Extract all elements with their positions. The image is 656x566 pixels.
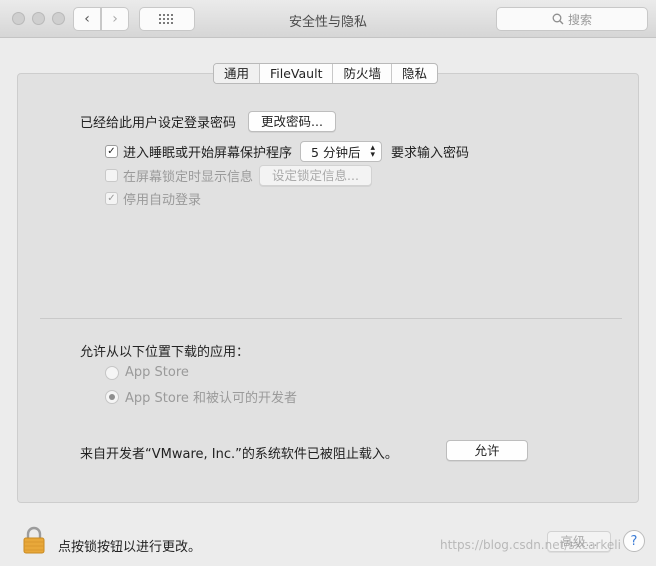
tab-filevault[interactable]: FileVault: [259, 64, 332, 83]
search-field[interactable]: 搜索: [496, 7, 648, 31]
help-button[interactable]: ?: [623, 530, 645, 552]
lock-button[interactable]: [22, 526, 46, 558]
radio-app-store-label: App Store: [125, 365, 189, 380]
allow-row: 允许: [446, 440, 528, 461]
select-arrows-icon: ▴ ▾: [370, 142, 375, 160]
show-message-checkbox[interactable]: [105, 169, 118, 182]
title-bar: ‹ › 安全性与隐私 搜索: [0, 0, 656, 38]
lock-hint-row: 点按锁按钮以进行更改。: [58, 536, 201, 555]
show-message-row: 在屏幕锁定时显示信息 设定锁定信息...: [105, 165, 372, 186]
disable-auto-login-label: 停用自动登录: [123, 193, 202, 208]
password-delay-value: 5 分钟后: [311, 145, 361, 160]
general-panel: [17, 73, 639, 503]
require-password-suffix: 要求输入密码: [390, 146, 469, 161]
watermark: https://blog.csdn.net/sxcarkeli: [440, 538, 621, 552]
show-message-label: 在屏幕锁定时显示信息: [123, 170, 254, 185]
lock-icon: [23, 526, 45, 554]
require-password-checkbox[interactable]: ✓: [105, 145, 118, 158]
radio-identified-developers[interactable]: [105, 389, 119, 404]
radio-app-store[interactable]: [105, 365, 119, 380]
tab-privacy[interactable]: 隐私: [391, 64, 437, 83]
tab-firewall[interactable]: 防火墙: [332, 64, 391, 83]
search-icon: [552, 13, 564, 25]
radio-identified-row: App Store 和被认可的开发者: [105, 387, 297, 406]
section-divider: [40, 318, 622, 319]
lock-hint-text: 点按锁按钮以进行更改。: [58, 540, 202, 555]
disable-auto-login-checkbox[interactable]: ✓: [105, 192, 118, 205]
allow-button[interactable]: 允许: [446, 440, 528, 461]
radio-app-store-row: App Store: [105, 365, 189, 380]
auto-login-row: ✓ 停用自动登录: [105, 189, 201, 208]
tab-bar: 通用 FileVault 防火墙 隐私: [213, 63, 439, 84]
help-icon: ?: [630, 533, 638, 549]
blocked-message-row: 来自开发者“VMware, Inc.”的系统软件已被阻止载入。: [80, 443, 398, 462]
require-password-row: ✓ 进入睡眠或开始屏幕保护程序 5 分钟后 ▴ ▾ 要求输入密码: [105, 141, 469, 162]
radio-identified-label: App Store 和被认可的开发者: [125, 391, 298, 406]
password-row: 已经给此用户设定登录密码 更改密码...: [80, 111, 336, 132]
downloads-heading: 允许从以下位置下载的应用：: [80, 341, 249, 360]
password-set-label: 已经给此用户设定登录密码: [80, 116, 237, 131]
tab-general[interactable]: 通用: [214, 64, 260, 83]
blocked-message: 来自开发者“VMware, Inc.”的系统软件已被阻止载入。: [80, 447, 398, 462]
change-password-button[interactable]: 更改密码...: [248, 111, 336, 132]
downloads-heading-label: 允许从以下位置下载的应用：: [80, 345, 250, 360]
set-lock-message-button[interactable]: 设定锁定信息...: [259, 165, 372, 186]
search-placeholder: 搜索: [567, 12, 592, 27]
password-delay-select[interactable]: 5 分钟后 ▴ ▾: [300, 141, 382, 162]
require-password-label: 进入睡眠或开始屏幕保护程序: [123, 146, 293, 161]
